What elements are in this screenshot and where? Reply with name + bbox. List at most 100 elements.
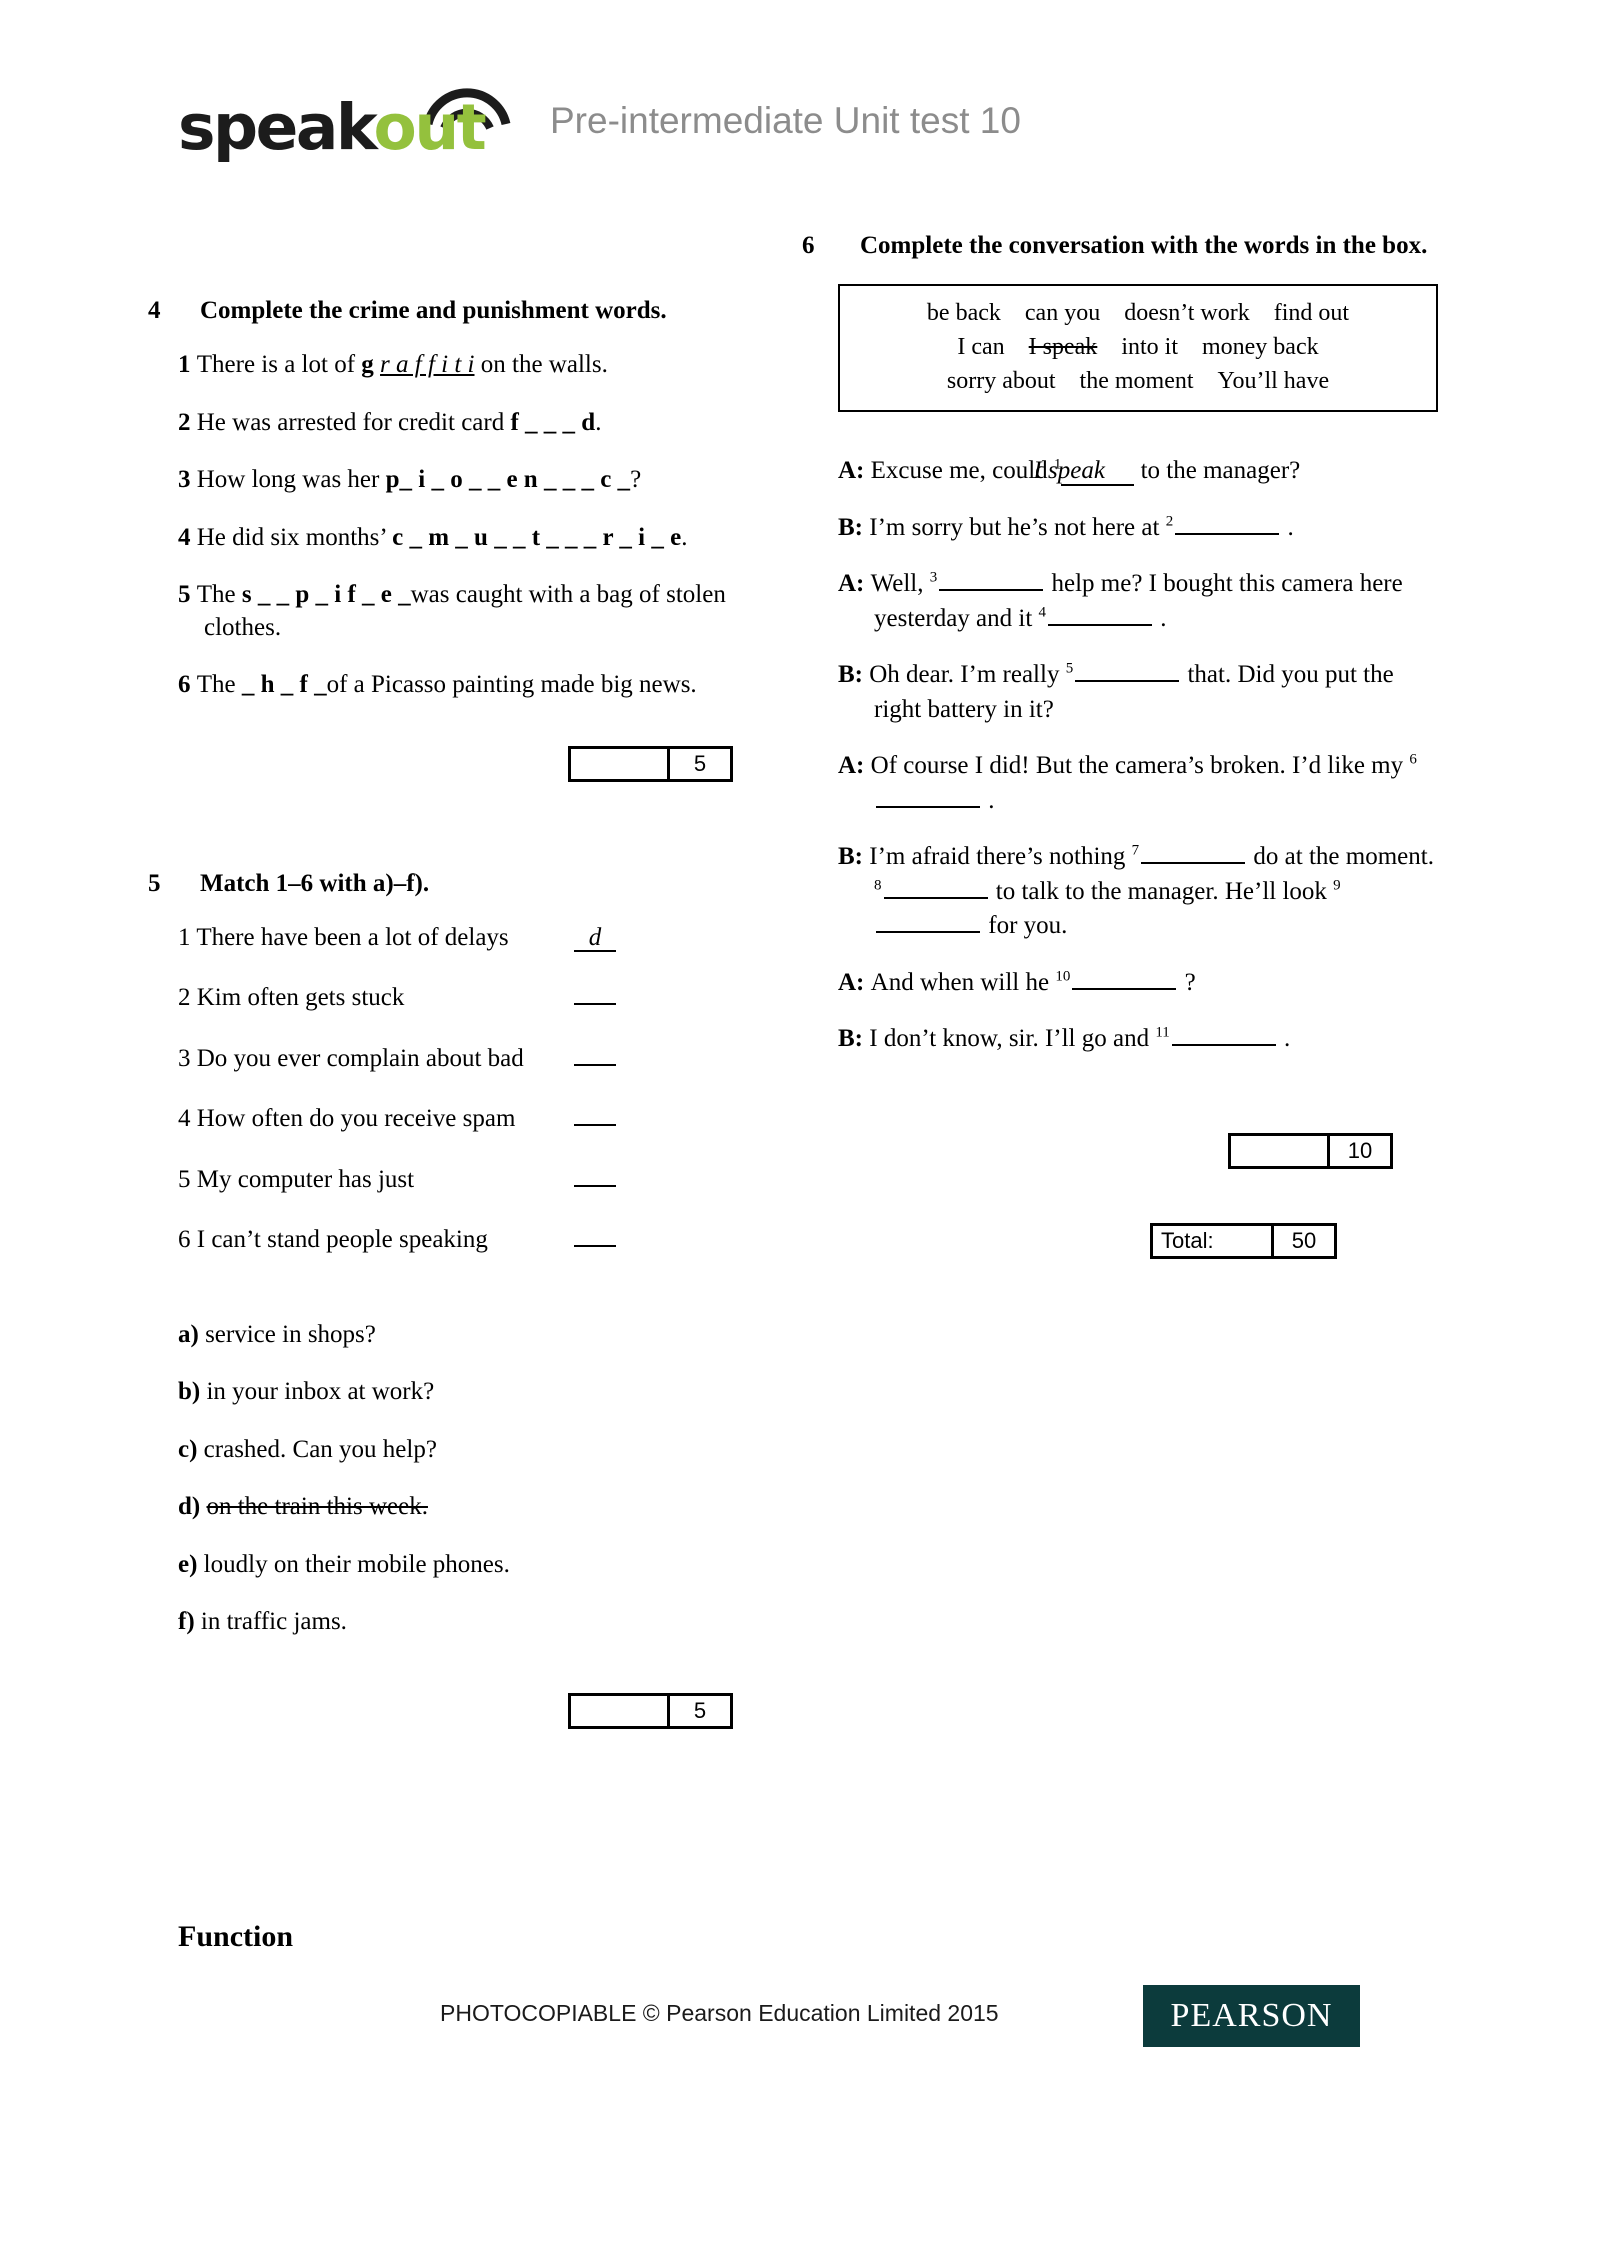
dialogue-line: B: I’m sorry but he’s not here at 2 . — [838, 511, 1438, 546]
match-stem: 4 How often do you receive spam — [178, 1103, 574, 1136]
dialogue-line: A: Excuse me, could 1I speak to the mana… — [838, 454, 1438, 489]
answer-blank[interactable] — [1175, 513, 1280, 535]
match-stem: 1 There have been a lot of delays — [178, 922, 574, 955]
item-number: 1 — [178, 923, 197, 951]
answer-blank[interactable] — [1048, 604, 1153, 626]
exercise-5-title: 5 Match 1–6 with a)–f). — [148, 868, 778, 900]
logo-speak-text: speak — [178, 91, 376, 164]
exercise-6-instruction: Complete the conversation with the words… — [860, 232, 1428, 259]
match-answer-blank[interactable] — [574, 1040, 616, 1066]
dialogue-text: . — [1277, 1025, 1291, 1053]
dialogue-text: I’m sorry but he’s not here at — [869, 513, 1166, 541]
exercise-4-item: 6 The _ h _ f _of a Picasso painting mad… — [178, 669, 778, 702]
gap-number: 4 — [1038, 604, 1047, 621]
match-row: 4 How often do you receive spam — [178, 1100, 778, 1136]
dialogue-text: for you. — [982, 912, 1068, 940]
exercise-5: 5 Match 1–6 with a)–f). 1 There have been… — [148, 868, 778, 1739]
word-box-item[interactable]: doesn’t work — [1124, 296, 1250, 330]
word-box-item[interactable]: I can — [957, 330, 1004, 364]
match-option: b) in your inbox at work? — [178, 1376, 778, 1409]
letter-gap[interactable]: f _ _ _ d — [510, 409, 595, 436]
word-box-item[interactable]: the moment — [1080, 364, 1194, 398]
match-stem-text: Kim often gets stuck — [196, 984, 405, 1011]
option-text: in your inbox at work? — [206, 1378, 435, 1405]
exercise-6: 6 Complete the conversation with the word… — [802, 230, 1438, 1269]
answer-blank[interactable] — [1141, 842, 1246, 865]
letter-gap[interactable]: s _ _ p _ i f _ e _ — [242, 581, 411, 608]
match-row: 5 My computer has just — [178, 1161, 778, 1197]
match-stem: 2 Kim often gets stuck — [178, 982, 574, 1015]
word-box-item[interactable]: I speak — [1029, 330, 1098, 364]
exercise-4-number: 4 — [148, 297, 161, 324]
answer-blank[interactable] — [1072, 968, 1177, 990]
match-answer-blank[interactable] — [574, 1221, 616, 1247]
option-label: f) — [178, 1608, 201, 1635]
total-label: Total: — [1153, 1225, 1274, 1256]
word-box-item[interactable]: sorry about — [947, 364, 1056, 398]
letter-gap[interactable]: _ h _ f _ — [242, 671, 327, 698]
letter-gap[interactable]: p_ i _ o _ _ e n _ _ _ c _ — [386, 466, 630, 493]
exercise-5-score-input[interactable] — [571, 1695, 670, 1726]
right-column: 6 Complete the conversation with the word… — [802, 230, 1438, 1269]
gap-number: 8 — [874, 877, 882, 894]
exercise-4-item: 5 The s _ _ p _ i f _ e _was caught with… — [178, 579, 778, 644]
dialogue-text: to talk to the manager. He’ll look — [989, 877, 1334, 905]
filled-answer[interactable]: I speak — [1033, 457, 1135, 487]
exercise-4-item: 1 There is a lot of g r a f f i t i on t… — [178, 349, 778, 382]
dialogue-line: B: I’m afraid there’s nothing 7 do at th… — [838, 840, 1438, 944]
exercise-5-options: a) service in shops? b) in your inbox at … — [178, 1319, 778, 1639]
exercise-6-word-box: be back can you doesn’t work find out I can I… — [838, 284, 1438, 413]
answer-blank[interactable] — [876, 911, 980, 934]
word-box-item[interactable]: can you — [1025, 296, 1100, 330]
exercise-6-score-input[interactable] — [1231, 1135, 1330, 1166]
option-text: on the train this week. — [206, 1493, 428, 1520]
item-number: 2 — [178, 984, 197, 1011]
word-box-item[interactable]: be back — [927, 296, 1001, 330]
gap-number: 9 — [1333, 877, 1341, 894]
worksheet-page: speakout Pre-intermediate Unit test 10 4… — [0, 0, 1600, 2262]
match-option: c) crashed. Can you help? — [178, 1434, 778, 1467]
dialogue-line: A: And when will he 10 ? — [838, 966, 1438, 1001]
exercise-5-instruction: Match 1–6 with a)–f). — [200, 869, 430, 897]
match-row: 3 Do you ever complain about bad — [178, 1040, 778, 1076]
total-score-wrap: Total: 50 — [838, 1222, 1438, 1269]
match-stem: 5 My computer has just — [178, 1164, 574, 1197]
match-answer-blank[interactable] — [574, 979, 616, 1005]
exercise-6-score-box: 10 — [1228, 1132, 1393, 1169]
word-box-item[interactable]: into it — [1121, 330, 1178, 364]
word-box-item[interactable]: You’ll have — [1218, 364, 1330, 398]
copyright-notice: PHOTOCOPIABLE © Pearson Education Limite… — [440, 2000, 999, 2026]
option-label: e) — [178, 1550, 204, 1578]
answer-blank[interactable] — [1075, 660, 1180, 683]
item-number: 5 — [178, 1165, 197, 1193]
answer-blank[interactable] — [1171, 1024, 1276, 1047]
match-answer-blank[interactable] — [574, 1100, 616, 1126]
option-text: crashed. Can you help? — [203, 1435, 437, 1463]
page-header: speakout Pre-intermediate Unit test 10 — [178, 78, 1478, 168]
match-answer-blank[interactable] — [574, 1161, 616, 1187]
dialogue-speaker: A: — [838, 968, 871, 996]
answer-blank[interactable] — [883, 877, 988, 899]
gap-number: 2 — [1165, 513, 1174, 530]
dialogue-text: Well, — [870, 570, 930, 598]
exercise-6-number: 6 — [802, 232, 815, 259]
match-option: e) loudly on their mobile phones. — [178, 1549, 778, 1582]
word-box-item[interactable]: find out — [1274, 296, 1349, 330]
exercise-4-score-input[interactable] — [571, 748, 670, 779]
item-text-end: of a Picasso painting made big news. — [326, 671, 697, 698]
word-box-item[interactable]: money back — [1202, 330, 1319, 364]
match-answer-blank[interactable]: d — [574, 925, 616, 952]
page-title: Pre-intermediate Unit test 10 — [550, 100, 1021, 141]
dialogue-line: B: Oh dear. I’m really 5 that. Did you p… — [838, 658, 1438, 727]
exercise-6-title: 6 Complete the conversation with the word… — [802, 230, 1438, 262]
option-label: d) — [178, 1493, 207, 1520]
item-number: 5 — [178, 581, 197, 608]
letter-gap[interactable]: c _ m _ u _ _ t _ _ _ r _ i _ e — [392, 524, 681, 551]
answer-blank[interactable] — [876, 786, 980, 808]
item-number: 3 — [178, 466, 197, 493]
filled-answer[interactable]: r a f f i t i — [380, 351, 474, 378]
logo-out-text: out — [373, 91, 487, 164]
match-row: 2 Kim often gets stuck — [178, 979, 778, 1015]
dialogue-text: I’m afraid there’s nothing — [869, 843, 1132, 871]
answer-blank[interactable] — [939, 569, 1044, 592]
